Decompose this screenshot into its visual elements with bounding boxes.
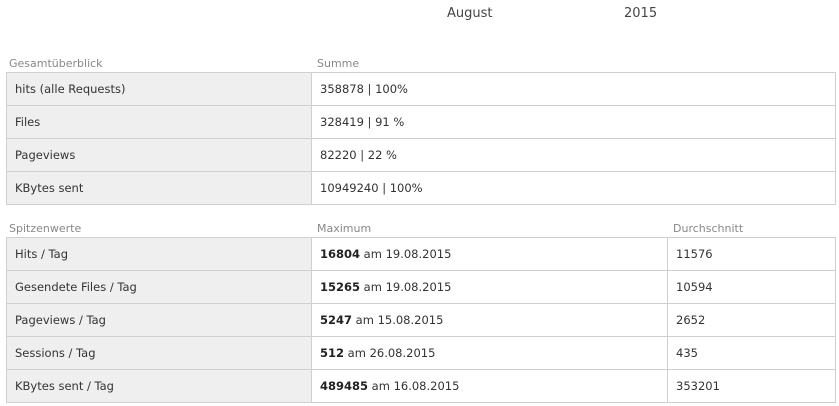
row-maximum: 5247 am 15.08.2015 xyxy=(311,303,668,337)
row-average: 11576 xyxy=(667,237,836,271)
max-date: am 15.08.2015 xyxy=(352,313,444,327)
row-value: 358878 | 100% xyxy=(311,72,836,106)
row-average: 2652 xyxy=(667,303,836,337)
row-maximum: 15265 am 19.08.2015 xyxy=(311,270,668,304)
table-row: Sessions / Tag 512 am 26.08.2015 435 xyxy=(6,336,836,370)
max-date: am 26.08.2015 xyxy=(344,346,436,360)
table-row: hits (alle Requests) 358878 | 100% xyxy=(6,72,836,106)
max-value: 15265 xyxy=(320,280,361,294)
max-value: 16804 xyxy=(320,247,361,261)
overview-table: hits (alle Requests) 358878 | 100% Files… xyxy=(6,72,836,205)
max-date: am 16.08.2015 xyxy=(368,379,460,393)
row-value: 10949240 | 100% xyxy=(311,171,836,205)
peaks-header-label: Spitzenwerte xyxy=(9,222,82,235)
peaks-header-max: Maximum xyxy=(317,222,372,235)
overview-header: Gesamtüberblick Summe xyxy=(6,57,835,72)
row-label: Pageviews xyxy=(6,138,312,172)
row-label: Gesendete Files / Tag xyxy=(6,270,312,304)
row-maximum: 16804 am 19.08.2015 xyxy=(311,237,668,271)
row-maximum: 489485 am 16.08.2015 xyxy=(311,369,668,403)
peaks-header: Spitzenwerte Maximum Durchschnitt xyxy=(6,222,835,237)
table-row: KBytes sent 10949240 | 100% xyxy=(6,171,836,205)
max-date: am 19.08.2015 xyxy=(360,280,452,294)
table-row: Pageviews / Tag 5247 am 15.08.2015 2652 xyxy=(6,303,836,337)
table-row: Gesendete Files / Tag 15265 am 19.08.201… xyxy=(6,270,836,304)
row-average: 10594 xyxy=(667,270,836,304)
max-value: 5247 xyxy=(320,313,353,327)
row-average: 435 xyxy=(667,336,836,370)
overview-header-label: Gesamtüberblick xyxy=(9,57,103,70)
row-label: Sessions / Tag xyxy=(6,336,312,370)
period-month: August xyxy=(447,6,493,21)
overview-header-sum: Summe xyxy=(317,57,360,70)
max-value: 512 xyxy=(320,346,345,360)
row-label: KBytes sent xyxy=(6,171,312,205)
table-row: KBytes sent / Tag 489485 am 16.08.2015 3… xyxy=(6,369,836,403)
table-row: Files 328419 | 91 % xyxy=(6,105,836,139)
row-label: KBytes sent / Tag xyxy=(6,369,312,403)
row-value: 328419 | 91 % xyxy=(311,105,836,139)
table-row: Pageviews 82220 | 22 % xyxy=(6,138,836,172)
peaks-section: Spitzenwerte Maximum Durchschnitt Hits /… xyxy=(6,222,836,403)
max-date: am 19.08.2015 xyxy=(360,247,452,261)
row-label: Hits / Tag xyxy=(6,237,312,271)
row-label: Files xyxy=(6,105,312,139)
table-row: Hits / Tag 16804 am 19.08.2015 11576 xyxy=(6,237,836,271)
peaks-header-avg: Durchschnitt xyxy=(673,222,744,235)
max-value: 489485 xyxy=(320,379,369,393)
overview-section: Gesamtüberblick Summe hits (alle Request… xyxy=(6,57,836,205)
row-value: 82220 | 22 % xyxy=(311,138,836,172)
period-header: August 2015 xyxy=(0,6,839,24)
period-year: 2015 xyxy=(624,6,658,21)
row-label: Pageviews / Tag xyxy=(6,303,312,337)
row-average: 353201 xyxy=(667,369,836,403)
peaks-table: Hits / Tag 16804 am 19.08.2015 11576 Ges… xyxy=(6,237,836,403)
row-maximum: 512 am 26.08.2015 xyxy=(311,336,668,370)
row-label: hits (alle Requests) xyxy=(6,72,312,106)
